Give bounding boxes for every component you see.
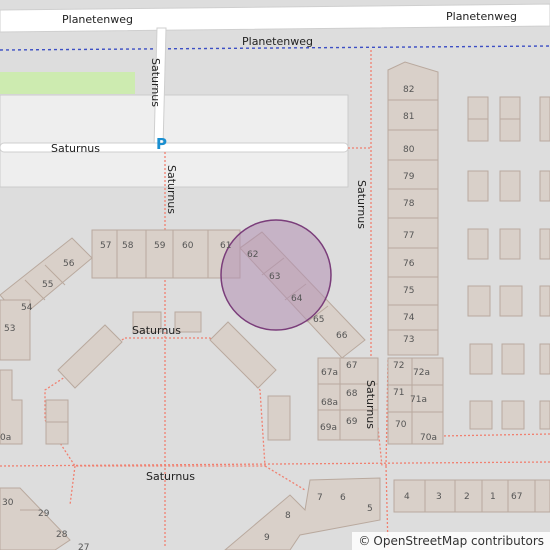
house-number: 68a: [321, 398, 338, 408]
house-number: 72a: [413, 368, 430, 378]
house-number: 53: [4, 324, 15, 334]
house-number: 56: [63, 259, 75, 269]
house-number: 55: [42, 280, 53, 290]
house-number: 67: [511, 492, 522, 502]
house-number: 4: [404, 492, 410, 502]
house-number: 60: [182, 241, 194, 251]
house-number: 8: [285, 511, 291, 521]
house-number: 27: [78, 543, 89, 550]
house-number: 9: [264, 533, 270, 543]
house-number: 3: [436, 492, 442, 502]
house-number: 72: [393, 361, 404, 371]
house-number: 62: [247, 250, 258, 260]
house-number: 59: [154, 241, 166, 251]
copyright-icon: ©: [358, 534, 371, 548]
house-number: 69a: [320, 423, 337, 433]
house-number: 79: [403, 172, 415, 182]
grass-area: [0, 72, 135, 94]
house-number: 63: [269, 272, 280, 282]
house-number: 58: [122, 241, 134, 251]
road-label-saturnus-square: Saturnus: [132, 324, 181, 337]
house-number: 65: [313, 315, 324, 325]
house-number: 78: [403, 199, 415, 209]
house-number: 67a: [321, 368, 338, 378]
attribution: © OpenStreetMap contributors: [352, 532, 550, 550]
house-number: 1: [490, 492, 496, 502]
road-label-planetenweg-path: Planetenweg: [242, 35, 313, 48]
road-label-saturnus-lower-right: Saturnus: [364, 380, 377, 429]
house-number: 6: [340, 493, 346, 503]
house-number: 77: [403, 231, 414, 241]
house-number: 81: [403, 112, 414, 122]
house-number: 70a: [420, 433, 437, 443]
house-number: 30: [2, 498, 14, 508]
house-number: 67: [346, 361, 357, 371]
house-number: 71a: [410, 395, 427, 405]
house-number: 64: [291, 294, 303, 304]
house-number: 71: [393, 388, 404, 398]
house-number: 82: [403, 85, 414, 95]
house-number: 28: [56, 530, 68, 540]
house-number: 29: [38, 509, 50, 519]
house-number: 68: [346, 389, 358, 399]
road-label-planetenweg-right: Planetenweg: [446, 10, 517, 23]
house-number: 7: [317, 493, 323, 503]
house-number: 61: [220, 241, 231, 251]
house-number: 75: [403, 286, 414, 296]
house-number: 76: [403, 259, 415, 269]
house-number: 70: [395, 420, 407, 430]
house-number: 0a: [0, 433, 11, 443]
map-view[interactable]: Planetenweg Planetenweg Planetenweg Satu…: [0, 0, 550, 550]
house-number: 5: [367, 504, 373, 514]
road-label-saturnus-right: Saturnus: [355, 180, 368, 229]
road-label-saturnus-vertical: Saturnus: [149, 58, 162, 107]
road-label-saturnus-horizontal: Saturnus: [51, 142, 100, 155]
house-number: 73: [403, 335, 414, 345]
parking-icon[interactable]: P: [156, 135, 167, 153]
house-number: 2: [464, 492, 470, 502]
house-number: 74: [403, 313, 415, 323]
road-label-saturnus-footpath: Saturnus: [165, 165, 178, 214]
house-number: 66: [336, 331, 348, 341]
house-number: 80: [403, 145, 415, 155]
road-label-saturnus-bottom: Saturnus: [146, 470, 195, 483]
house-number: 69: [346, 417, 358, 427]
attribution-link[interactable]: OpenStreetMap contributors: [373, 534, 544, 548]
house-number: 54: [21, 303, 33, 313]
house-number: 57: [100, 241, 111, 251]
map-canvas[interactable]: Planetenweg Planetenweg Planetenweg Satu…: [0, 0, 550, 550]
road-label-planetenweg-left: Planetenweg: [62, 13, 133, 26]
